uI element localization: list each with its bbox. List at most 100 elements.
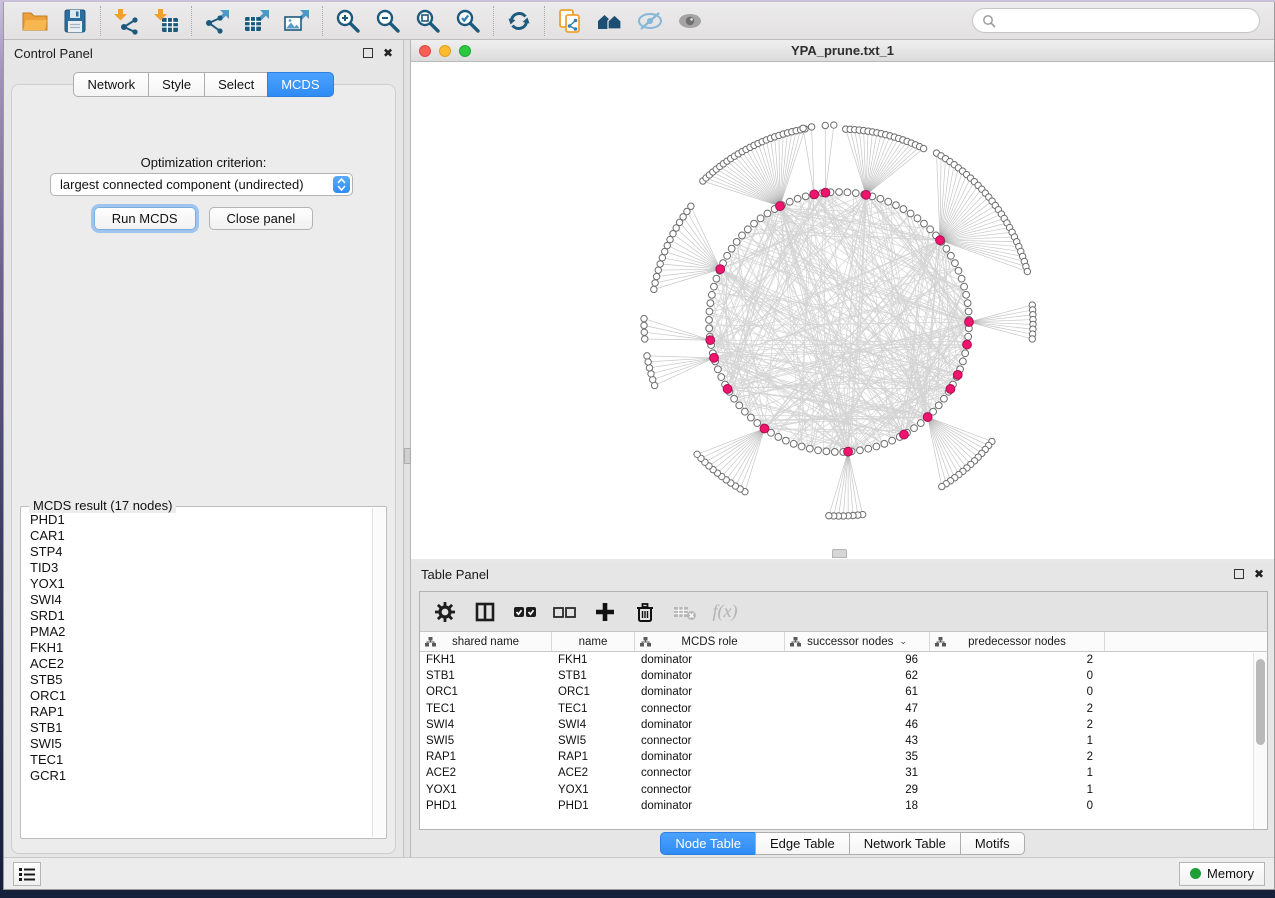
graph-node[interactable] — [733, 238, 740, 245]
graph-node[interactable] — [935, 402, 942, 409]
mcds-node-item[interactable]: TEC1 — [30, 752, 372, 768]
graph-leaf-node[interactable] — [688, 203, 694, 209]
graph-node[interactable] — [782, 437, 789, 444]
mcds-list-scrollbar[interactable] — [372, 508, 385, 837]
tab-select[interactable]: Select — [204, 72, 268, 97]
import-table-button[interactable] — [149, 5, 183, 37]
graph-leaf-node[interactable] — [657, 261, 663, 267]
graph-node[interactable] — [955, 267, 962, 274]
table-row[interactable]: SWI5SWI5connector431 — [420, 734, 1253, 750]
mcds-node-item[interactable]: STB1 — [30, 720, 372, 736]
graph-hub-node[interactable] — [946, 385, 955, 394]
graph-node[interactable] — [757, 215, 764, 222]
float-table-panel-icon[interactable] — [1234, 569, 1244, 579]
graph-node[interactable] — [857, 447, 864, 454]
graph-hub-node[interactable] — [965, 318, 974, 327]
mcds-node-item[interactable]: PHD1 — [30, 512, 372, 528]
graph-node[interactable] — [921, 220, 928, 227]
tab-motifs[interactable]: Motifs — [960, 832, 1025, 855]
graph-node[interactable] — [794, 195, 801, 202]
graph-node[interactable] — [965, 333, 972, 340]
add-column-button[interactable] — [592, 599, 618, 625]
graph-hub-node[interactable] — [776, 202, 785, 211]
table-row[interactable]: TEC1TEC1connector472 — [420, 702, 1253, 718]
graph-node[interactable] — [947, 252, 954, 259]
graph-node[interactable] — [836, 189, 843, 196]
graph-node[interactable] — [959, 358, 966, 365]
zoom-fit-button[interactable] — [411, 5, 445, 37]
graph-node[interactable] — [775, 434, 782, 441]
graph-node[interactable] — [917, 420, 924, 427]
graph-leaf-node[interactable] — [659, 255, 665, 261]
tab-network[interactable]: Network — [73, 72, 149, 97]
graph-node[interactable] — [815, 447, 822, 454]
mcds-node-item[interactable]: GCR1 — [30, 768, 372, 784]
table-scrollbar[interactable] — [1253, 653, 1267, 829]
graph-node[interactable] — [881, 440, 888, 447]
graph-hub-node[interactable] — [862, 190, 871, 199]
save-session-button[interactable] — [58, 5, 92, 37]
graph-node[interactable] — [965, 308, 972, 315]
optimization-dropdown[interactable]: largest connected component (undirected) — [50, 173, 353, 196]
graph-leaf-node[interactable] — [1024, 268, 1030, 274]
copy-style-button[interactable] — [553, 5, 587, 37]
mcds-node-item[interactable]: SWI5 — [30, 736, 372, 752]
graph-node[interactable] — [889, 437, 896, 444]
deselect-all-button[interactable] — [552, 599, 578, 625]
graph-leaf-node[interactable] — [826, 513, 832, 519]
graph-node[interactable] — [741, 408, 748, 415]
graph-node[interactable] — [764, 210, 771, 217]
graph-node[interactable] — [728, 245, 735, 252]
task-history-button[interactable] — [13, 862, 41, 886]
network-canvas[interactable] — [411, 62, 1274, 559]
mcds-node-item[interactable]: TID3 — [30, 560, 372, 576]
graph-node[interactable] — [790, 440, 797, 447]
mcds-node-item[interactable]: ACE2 — [30, 656, 372, 672]
graph-node[interactable] — [900, 206, 907, 213]
graph-hub-node[interactable] — [936, 236, 945, 245]
mcds-node-item[interactable]: RAP1 — [30, 704, 372, 720]
graph-leaf-node[interactable] — [644, 353, 650, 359]
graph-leaf-node[interactable] — [645, 359, 651, 365]
vertical-splitter[interactable] — [404, 40, 411, 857]
graph-node[interactable] — [958, 275, 965, 282]
graph-node[interactable] — [710, 283, 717, 290]
graph-leaf-node[interactable] — [653, 273, 659, 279]
column-header-name[interactable]: name — [552, 632, 635, 651]
graph-leaf-node[interactable] — [641, 322, 647, 328]
export-table-button[interactable] — [240, 5, 274, 37]
graph-node[interactable] — [943, 245, 950, 252]
graph-leaf-node[interactable] — [648, 371, 654, 377]
graph-node[interactable] — [718, 374, 725, 381]
run-mcds-button[interactable]: Run MCDS — [94, 207, 196, 230]
mcds-node-item[interactable]: PMA2 — [30, 624, 372, 640]
graph-leaf-node[interactable] — [664, 242, 670, 248]
show-columns-button[interactable] — [472, 599, 498, 625]
graph-node[interactable] — [852, 190, 859, 197]
show-all-button[interactable] — [673, 5, 707, 37]
graph-node[interactable] — [715, 366, 722, 373]
first-neighbors-button[interactable] — [593, 5, 627, 37]
column-header-MCDS-role[interactable]: MCDS role — [635, 632, 785, 651]
graph-node[interactable] — [713, 275, 720, 282]
graph-leaf-node[interactable] — [661, 248, 667, 254]
graph-leaf-node[interactable] — [694, 451, 700, 457]
graph-node[interactable] — [831, 449, 838, 456]
graph-node[interactable] — [823, 448, 830, 455]
graph-leaf-node[interactable] — [652, 280, 658, 286]
zoom-out-button[interactable] — [371, 5, 405, 37]
graph-node[interactable] — [786, 198, 793, 205]
table-row[interactable]: ACE2ACE2connector311 — [420, 766, 1253, 782]
tab-network-table[interactable]: Network Table — [849, 832, 961, 855]
graph-hub-node[interactable] — [900, 430, 909, 439]
graph-leaf-node[interactable] — [831, 122, 837, 128]
tab-node-table[interactable]: Node Table — [660, 832, 756, 855]
table-row[interactable]: ORC1ORC1dominator610 — [420, 685, 1253, 701]
graph-hub-node[interactable] — [844, 447, 853, 456]
graph-node[interactable] — [877, 195, 884, 202]
graph-node[interactable] — [747, 414, 754, 421]
graph-node[interactable] — [706, 316, 713, 323]
graph-hub-node[interactable] — [710, 353, 719, 362]
graph-leaf-node[interactable] — [641, 329, 647, 335]
graph-node[interactable] — [911, 425, 918, 432]
